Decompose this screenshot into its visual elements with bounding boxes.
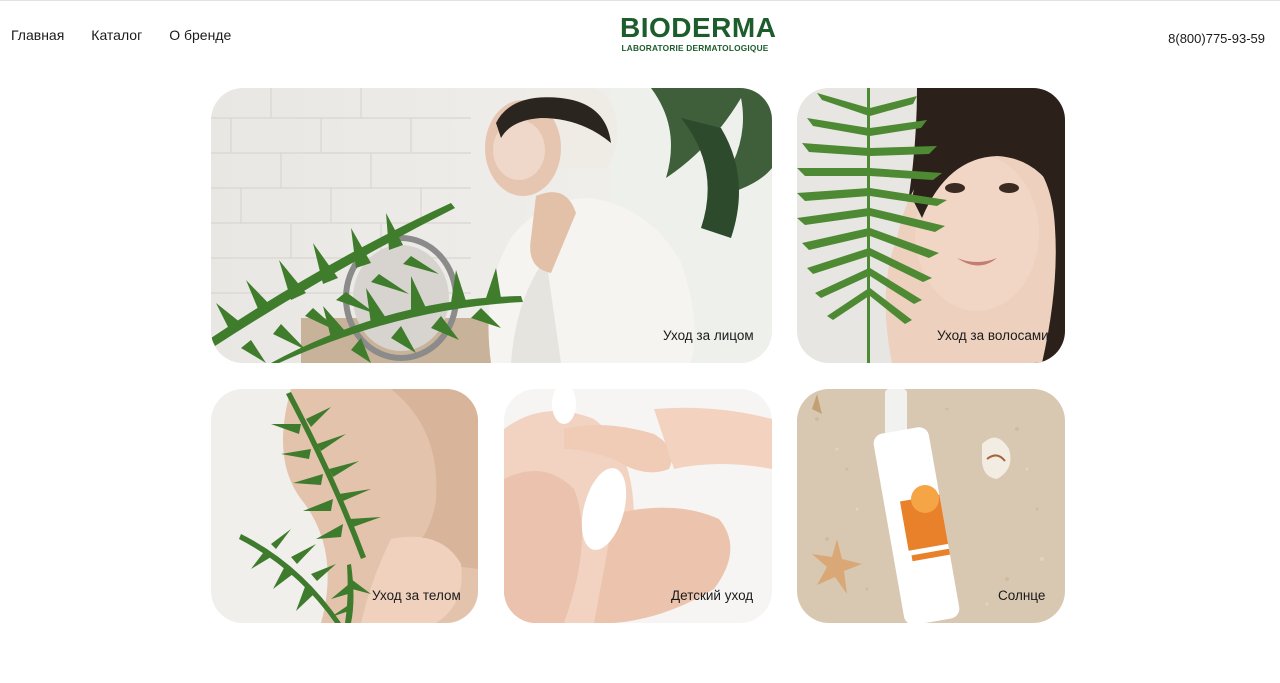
category-card-hair-care[interactable]: Уход за волосами bbox=[797, 88, 1065, 363]
category-card-baby-care[interactable]: Детский уход bbox=[504, 389, 772, 623]
sun-label: Солнце bbox=[998, 588, 1046, 603]
main-nav: Главная Каталог О бренде bbox=[11, 27, 258, 43]
hair-care-label: Уход за волосами bbox=[937, 328, 1049, 343]
baby-care-label: Детский уход bbox=[671, 588, 754, 603]
category-card-sun[interactable]: Солнце bbox=[797, 389, 1065, 623]
site-header: Главная Каталог О бренде BIODERMA LABORA… bbox=[0, 1, 1280, 71]
hair-care-image bbox=[797, 88, 1065, 363]
nav-link-about-brand[interactable]: О бренде bbox=[169, 27, 231, 43]
phone-number[interactable]: 8(800)775-93-59 bbox=[1168, 31, 1265, 46]
logo-title: BIODERMA bbox=[620, 12, 777, 43]
logo-subtitle: LABORATORIE DERMATOLOGIQUE bbox=[621, 43, 769, 53]
nav-link-home[interactable]: Главная bbox=[11, 27, 64, 43]
category-card-face-care[interactable]: Уход за лицом bbox=[211, 88, 772, 363]
page: Главная Каталог О бренде BIODERMA LABORA… bbox=[0, 0, 1280, 683]
face-care-image bbox=[211, 88, 772, 363]
face-care-label: Уход за лицом bbox=[663, 328, 754, 343]
nav-link-catalog[interactable]: Каталог bbox=[91, 27, 142, 43]
category-card-body-care[interactable]: Уход за телом bbox=[211, 389, 478, 623]
brand-logo[interactable]: BIODERMA LABORATORIE DERMATOLOGIQUE bbox=[620, 12, 777, 54]
body-care-label: Уход за телом bbox=[372, 588, 461, 603]
